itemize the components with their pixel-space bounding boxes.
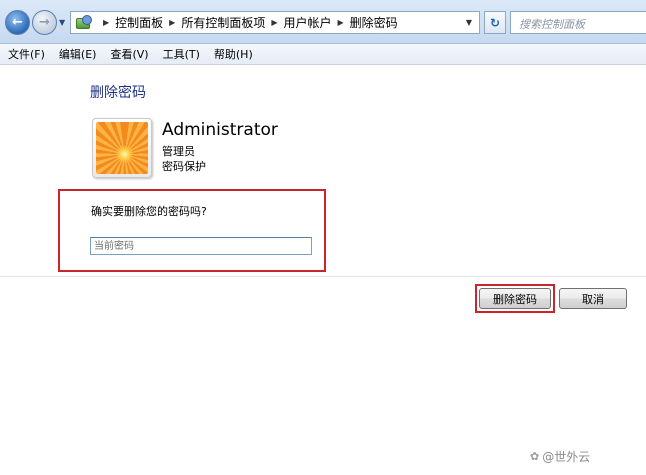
paw-icon: ✿ [530,450,540,463]
refresh-icon: ↻ [489,15,501,30]
arrow-right-icon: → [39,15,50,30]
breadcrumb[interactable]: ▶ 控制面板 ▶ 所有控制面板项 ▶ 用户帐户 ▶ 删除密码 ▼ [70,11,480,34]
chevron-right-icon[interactable]: ▶ [169,18,175,27]
confirm-question: 确实要删除您的密码吗? [91,205,207,218]
refresh-button[interactable]: ↻ [484,11,506,34]
watermark: ✿ @世外云 [530,448,590,465]
breadcrumb-all-items[interactable]: 所有控制面板项 [181,14,265,31]
chevron-right-icon[interactable]: ▶ [103,18,109,27]
chevron-down-icon[interactable]: ▼ [459,12,479,33]
menu-help[interactable]: 帮助(H) [207,46,260,62]
breadcrumb-remove-password[interactable]: 删除密码 [350,14,398,31]
back-button[interactable]: ← [5,10,30,35]
divider [0,276,646,277]
search-input[interactable]: 搜索控制面板 [510,11,646,34]
current-password-field[interactable] [90,237,312,255]
cancel-button[interactable]: 取消 [559,288,627,309]
menu-file[interactable]: 文件(F) [0,46,52,62]
arrow-left-icon: ← [12,15,23,30]
breadcrumb-user-accounts[interactable]: 用户帐户 [284,14,332,31]
menu-tools[interactable]: 工具(T) [156,46,207,62]
control-panel-icon [75,14,92,31]
avatar [92,118,152,178]
address-bar-area: ← → ▼ ▶ 控制面板 ▶ 所有控制面板项 ▶ 用户帐户 ▶ 删除密码 ▼ ↻… [0,0,646,44]
page-title: 删除密码 [90,85,146,101]
highlight-frame [58,189,326,272]
menu-bar: 文件(F) 编辑(E) 查看(V) 工具(T) 帮助(H) [0,44,646,65]
recent-pages-dropdown[interactable]: ▼ [59,18,65,27]
user-name: Administrator [162,120,278,140]
chevron-right-icon[interactable]: ▶ [271,18,277,27]
user-role: 管理员 [162,145,195,158]
flower-picture-icon [96,122,148,174]
password-status: 密码保护 [162,160,206,173]
chevron-right-icon[interactable]: ▶ [338,18,344,27]
menu-view[interactable]: 查看(V) [103,46,155,62]
breadcrumb-control-panel[interactable]: 控制面板 [115,14,163,31]
forward-button[interactable]: → [32,10,57,35]
menu-edit[interactable]: 编辑(E) [52,46,104,62]
watermark-text: @世外云 [542,450,591,464]
remove-password-button[interactable]: 删除密码 [479,288,551,309]
